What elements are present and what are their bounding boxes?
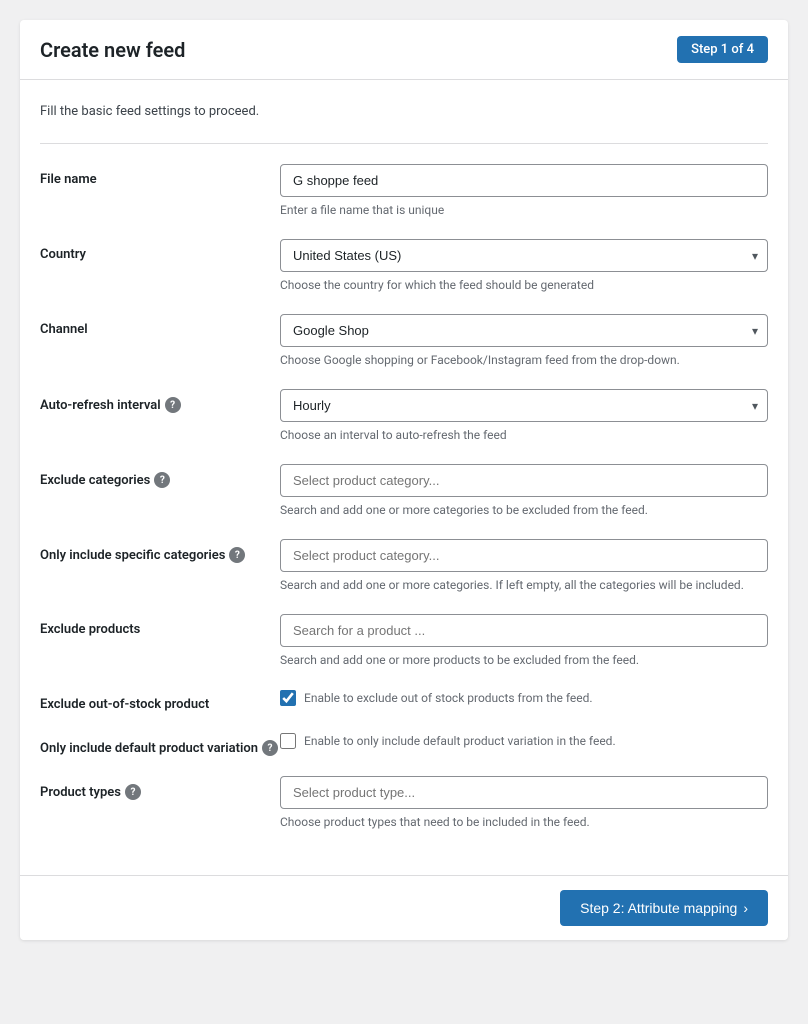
auto-refresh-row: Auto-refresh interval ? Hourly Daily Wee…	[40, 389, 768, 444]
page-header: Create new feed Step 1 of 4	[20, 20, 788, 80]
divider	[40, 143, 768, 144]
file-name-input[interactable]	[280, 164, 768, 197]
exclude-out-of-stock-checkbox[interactable]	[280, 690, 296, 706]
product-types-field: Choose product types that need to be inc…	[280, 776, 768, 831]
auto-refresh-hint: Choose an interval to auto-refresh the f…	[280, 426, 768, 444]
product-types-row: Product types ? Choose product types tha…	[40, 776, 768, 831]
default-variation-checkbox-row: Enable to only include default product v…	[280, 732, 768, 750]
auto-refresh-field: Hourly Daily Weekly Never ▾ Choose an in…	[280, 389, 768, 444]
include-categories-input[interactable]	[280, 539, 768, 572]
intro-text: Fill the basic feed settings to proceed.	[40, 104, 768, 119]
channel-field: Google Shop Facebook Instagram ▾ Choose …	[280, 314, 768, 369]
include-categories-help-icon[interactable]: ?	[229, 547, 245, 563]
product-types-help-icon[interactable]: ?	[125, 784, 141, 800]
file-name-hint: Enter a file name that is unique	[280, 201, 768, 219]
file-name-field: Enter a file name that is unique	[280, 164, 768, 219]
product-types-input[interactable]	[280, 776, 768, 809]
default-variation-label: Only include default product variation ?	[40, 732, 280, 756]
exclude-categories-label: Exclude categories ?	[40, 464, 280, 488]
create-feed-page: Create new feed Step 1 of 4 Fill the bas…	[20, 20, 788, 940]
country-select-wrapper: United States (US) United Kingdom (UK) C…	[280, 239, 768, 272]
exclude-categories-field: Search and add one or more categories to…	[280, 464, 768, 519]
product-types-hint: Choose product types that need to be inc…	[280, 813, 768, 831]
channel-row: Channel Google Shop Facebook Instagram ▾…	[40, 314, 768, 369]
exclude-products-field: Search and add one or more products to b…	[280, 614, 768, 669]
country-field: United States (US) United Kingdom (UK) C…	[280, 239, 768, 294]
page-footer: Step 2: Attribute mapping ›	[20, 875, 788, 940]
channel-select[interactable]: Google Shop Facebook Instagram	[280, 314, 768, 347]
page-title: Create new feed	[40, 38, 185, 62]
default-variation-checkbox[interactable]	[280, 733, 296, 749]
country-label: Country	[40, 239, 280, 262]
include-categories-row: Only include specific categories ? Searc…	[40, 539, 768, 594]
exclude-products-hint: Search and add one or more products to b…	[280, 651, 768, 669]
exclude-out-of-stock-row: Exclude out-of-stock product Enable to e…	[40, 689, 768, 712]
product-types-label: Product types ?	[40, 776, 280, 800]
channel-label: Channel	[40, 314, 280, 337]
default-variation-row: Only include default product variation ?…	[40, 732, 768, 756]
channel-hint: Choose Google shopping or Facebook/Insta…	[280, 351, 768, 369]
step-badge: Step 1 of 4	[677, 36, 768, 63]
default-variation-help-icon[interactable]: ?	[262, 740, 278, 756]
exclude-categories-input[interactable]	[280, 464, 768, 497]
exclude-categories-help-icon[interactable]: ?	[154, 472, 170, 488]
include-categories-label: Only include specific categories ?	[40, 539, 280, 563]
exclude-products-input[interactable]	[280, 614, 768, 647]
next-step-button[interactable]: Step 2: Attribute mapping ›	[560, 890, 768, 926]
exclude-categories-hint: Search and add one or more categories to…	[280, 501, 768, 519]
country-select[interactable]: United States (US) United Kingdom (UK) C…	[280, 239, 768, 272]
page-body: Fill the basic feed settings to proceed.…	[20, 80, 788, 875]
country-row: Country United States (US) United Kingdo…	[40, 239, 768, 294]
exclude-out-of-stock-checkbox-row: Enable to exclude out of stock products …	[280, 689, 768, 707]
exclude-products-row: Exclude products Search and add one or m…	[40, 614, 768, 669]
include-categories-hint: Search and add one or more categories. I…	[280, 576, 768, 594]
exclude-out-of-stock-label: Exclude out-of-stock product	[40, 689, 280, 712]
default-variation-checkbox-hint: Enable to only include default product v…	[304, 732, 616, 750]
next-arrow-icon: ›	[743, 900, 748, 916]
country-hint: Choose the country for which the feed sh…	[280, 276, 768, 294]
file-name-label: File name	[40, 164, 280, 187]
include-categories-field: Search and add one or more categories. I…	[280, 539, 768, 594]
file-name-row: File name Enter a file name that is uniq…	[40, 164, 768, 219]
auto-refresh-select-wrapper: Hourly Daily Weekly Never ▾	[280, 389, 768, 422]
exclude-out-of-stock-checkbox-hint: Enable to exclude out of stock products …	[304, 689, 593, 707]
next-step-label: Step 2: Attribute mapping	[580, 900, 737, 916]
exclude-categories-row: Exclude categories ? Search and add one …	[40, 464, 768, 519]
channel-select-wrapper: Google Shop Facebook Instagram ▾	[280, 314, 768, 347]
default-variation-field: Enable to only include default product v…	[280, 732, 768, 750]
exclude-out-of-stock-field: Enable to exclude out of stock products …	[280, 689, 768, 707]
exclude-products-label: Exclude products	[40, 614, 280, 637]
auto-refresh-label: Auto-refresh interval ?	[40, 389, 280, 413]
auto-refresh-help-icon[interactable]: ?	[165, 397, 181, 413]
auto-refresh-select[interactable]: Hourly Daily Weekly Never	[280, 389, 768, 422]
